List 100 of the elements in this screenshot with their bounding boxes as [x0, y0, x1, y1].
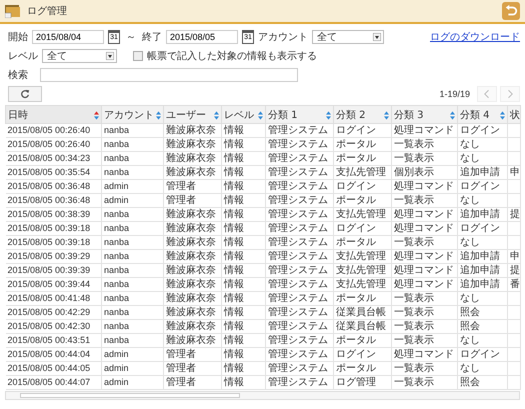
download-link[interactable]: ログのダウンロード	[430, 30, 520, 44]
category-cell: 管理システム	[266, 278, 334, 292]
start-label: 開始	[8, 30, 28, 44]
level-cell: 情報	[222, 208, 266, 222]
category-cell: 管理システム	[266, 180, 334, 194]
category-cell: 従業員台帳	[334, 320, 392, 334]
sort-icon[interactable]	[326, 110, 331, 120]
category-cell: 照会	[458, 320, 508, 334]
account-cell: admin	[102, 348, 164, 362]
level-cell: 情報	[222, 348, 266, 362]
column-header[interactable]: 状	[508, 106, 520, 124]
user-cell: 難波麻衣奈	[164, 292, 222, 306]
category-cell: 管理システム	[266, 306, 334, 320]
sort-icon[interactable]	[258, 110, 263, 120]
column-header[interactable]: 分類 2	[334, 106, 392, 124]
user-cell: 難波麻衣奈	[164, 208, 222, 222]
user-cell: 難波麻衣奈	[164, 264, 222, 278]
account-select[interactable]: 全て	[312, 30, 384, 44]
category-cell: なし	[458, 334, 508, 348]
category-cell: ログイン	[458, 180, 508, 194]
column-header[interactable]: 分類 4	[458, 106, 508, 124]
search-field[interactable]	[40, 68, 298, 82]
checkbox-label: 帳票で記入した対象の情報も表示する	[147, 50, 317, 62]
sort-icon[interactable]	[214, 110, 219, 120]
category-cell: ログイン	[334, 180, 392, 194]
sort-icon[interactable]	[94, 110, 99, 120]
category-cell: 管理システム	[266, 320, 334, 334]
horizontal-scrollbar[interactable]	[5, 391, 520, 400]
category-cell: なし	[458, 138, 508, 152]
level-label: レベル	[8, 50, 38, 62]
level-cell: 情報	[222, 222, 266, 236]
level-cell: 情報	[222, 124, 266, 138]
sort-icon[interactable]	[156, 110, 161, 120]
level-cell: 情報	[222, 306, 266, 320]
category-cell: 管理システム	[266, 124, 334, 138]
account-cell: nanba	[102, 306, 164, 320]
date-cell: 2015/08/05 00:44:04	[6, 348, 102, 362]
column-header[interactable]: 日時	[6, 106, 102, 124]
refresh-button[interactable]	[8, 86, 42, 102]
back-button[interactable]	[502, 2, 520, 20]
category-cell: 支払先管理	[334, 208, 392, 222]
user-cell: 管理者	[164, 180, 222, 194]
end-date-field[interactable]: 2015/08/05	[166, 30, 238, 44]
account-cell: nanba	[102, 208, 164, 222]
category-cell: ログイン	[458, 222, 508, 236]
level-cell: 情報	[222, 194, 266, 208]
category-cell: 処理コマンド	[392, 250, 458, 264]
column-header[interactable]: レベル	[222, 106, 266, 124]
column-header[interactable]: ユーザー	[164, 106, 222, 124]
date-cell: 2015/08/05 00:39:18	[6, 222, 102, 236]
category-cell: 処理コマンド	[392, 348, 458, 362]
date-cell: 2015/08/05 00:42:30	[6, 320, 102, 334]
status-cell: 提	[508, 264, 520, 278]
category-cell: ポータル	[334, 152, 392, 166]
date-cell: 2015/08/05 00:36:48	[6, 194, 102, 208]
user-cell: 難波麻衣奈	[164, 138, 222, 152]
level-cell: 情報	[222, 236, 266, 250]
level-cell: 情報	[222, 278, 266, 292]
user-cell: 管理者	[164, 348, 222, 362]
account-cell: nanba	[102, 138, 164, 152]
date-cell: 2015/08/05 00:36:48	[6, 180, 102, 194]
date-cell: 2015/08/05 00:34:23	[6, 152, 102, 166]
back-arrow-icon	[504, 4, 518, 18]
chevron-right-icon	[507, 89, 513, 99]
level-cell: 情報	[222, 292, 266, 306]
category-cell: 支払先管理	[334, 278, 392, 292]
level-select[interactable]: 全て	[42, 48, 117, 62]
date-cell: 2015/08/05 00:44:07	[6, 376, 102, 390]
page-range: 1-19/19	[439, 89, 470, 99]
account-label: アカウント	[258, 30, 308, 44]
column-header[interactable]: 分類 3	[392, 106, 458, 124]
start-date-field[interactable]: 2015/08/04	[32, 30, 104, 44]
category-cell: 一覧表示	[392, 194, 458, 208]
column-header[interactable]: アカウント	[102, 106, 164, 124]
chevron-left-icon	[484, 89, 490, 99]
user-cell: 難波麻衣奈	[164, 236, 222, 250]
level-cell: 情報	[222, 334, 266, 348]
category-cell: 処理コマンド	[392, 124, 458, 138]
category-cell: 支払先管理	[334, 264, 392, 278]
category-cell: 管理システム	[266, 376, 334, 390]
account-cell: nanba	[102, 278, 164, 292]
checkbox[interactable]	[133, 50, 143, 60]
category-cell: なし	[458, 236, 508, 250]
category-cell: 管理システム	[266, 138, 334, 152]
column-header[interactable]: 分類 1	[266, 106, 334, 124]
category-cell: 従業員台帳	[334, 306, 392, 320]
status-cell: 申	[508, 250, 520, 264]
account-cell: nanba	[102, 236, 164, 250]
dropdown-arrow-icon	[106, 52, 114, 60]
sort-icon[interactable]	[500, 110, 505, 120]
sort-icon[interactable]	[450, 110, 455, 120]
status-cell: 番	[508, 278, 520, 292]
account-cell: nanba	[102, 152, 164, 166]
date-cell: 2015/08/05 00:39:29	[6, 250, 102, 264]
date-cell: 2015/08/05 00:26:40	[6, 124, 102, 138]
user-cell: 難波麻衣奈	[164, 152, 222, 166]
account-cell: nanba	[102, 250, 164, 264]
category-cell: 支払先管理	[334, 250, 392, 264]
sort-icon[interactable]	[384, 110, 389, 120]
category-cell: 一覧表示	[392, 334, 458, 348]
